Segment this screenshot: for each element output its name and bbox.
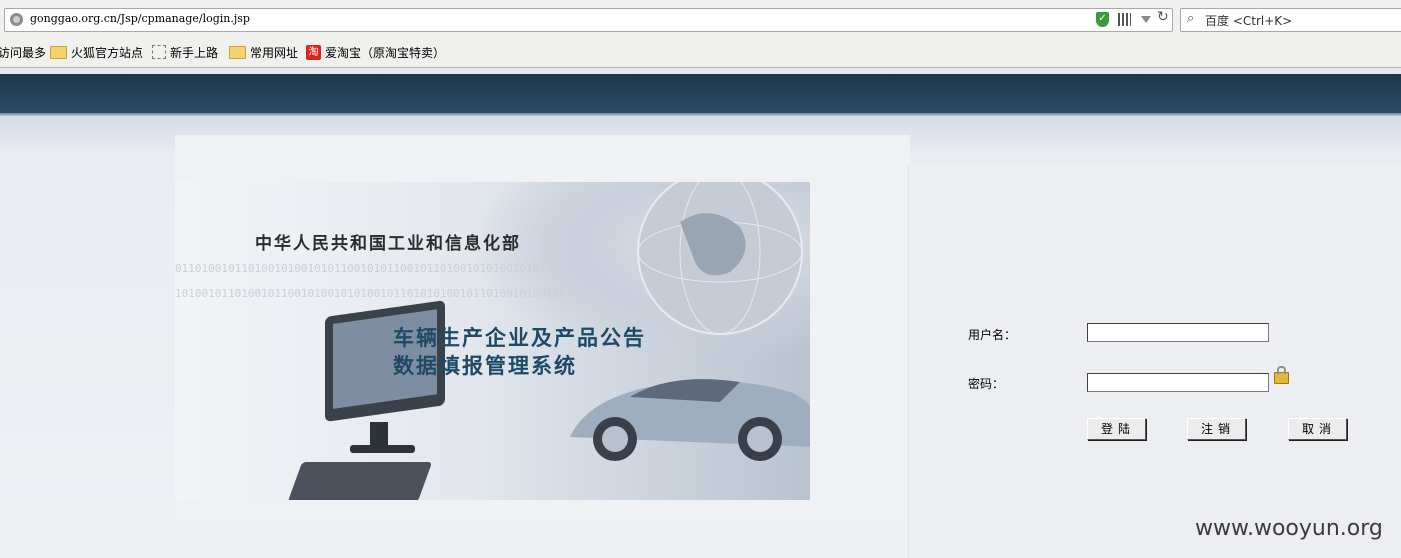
username-label: 用户名：: [968, 328, 1017, 342]
bookmark-getting-started[interactable]: 新手上路: [152, 44, 218, 60]
reload-icon[interactable]: ↻: [1157, 9, 1169, 25]
globe-icon: [10, 13, 23, 26]
logout-button[interactable]: 注销: [1187, 418, 1246, 440]
bookmark-label: 常用网址: [250, 45, 299, 60]
svg-text:101001011010010110010100101010: 1010010110100101100101001010100101101010…: [175, 287, 566, 300]
address-bar[interactable]: gonggao.org.cn/Jsp/cpmanage/login.jsp ✓ …: [4, 8, 1173, 32]
login-button[interactable]: 登陆: [1087, 418, 1146, 440]
username-input[interactable]: [1087, 323, 1269, 342]
search-box[interactable]: ⌕ 百度 <Ctrl+K>: [1180, 8, 1401, 32]
page-icon: [152, 45, 166, 59]
dropdown-arrow-icon[interactable]: [1141, 16, 1151, 23]
bookmark-common-sites[interactable]: 常用网址: [229, 44, 298, 60]
search-placeholder: 百度 <Ctrl+K>: [1205, 14, 1293, 28]
svg-text:011010010110100101001010110010: 0110100101101001010010101100101011001011…: [175, 262, 566, 275]
cancel-button[interactable]: 取消: [1288, 418, 1347, 440]
browser-chrome: gonggao.org.cn/Jsp/cpmanage/login.jsp ✓ …: [0, 0, 1401, 68]
password-input[interactable]: [1087, 373, 1269, 392]
folder-icon: [229, 45, 246, 59]
bookmark-label: 火狐官方站点: [71, 45, 144, 60]
login-panel: [908, 165, 1401, 558]
bookmark-ai-taobao[interactable]: 淘 爱淘宝（原淘宝特卖）: [306, 44, 445, 60]
url-text[interactable]: gonggao.org.cn/Jsp/cpmanage/login.jsp: [30, 12, 250, 25]
shield-icon[interactable]: ✓: [1096, 12, 1109, 27]
taobao-icon: 淘: [306, 44, 321, 60]
search-icon: ⌕: [1187, 11, 1195, 26]
qr-code-icon[interactable]: [1118, 13, 1131, 26]
folder-icon: [50, 45, 67, 59]
bookmark-firefox-official[interactable]: 火狐官方站点: [50, 44, 143, 60]
password-label: 密码：: [968, 377, 1005, 391]
system-title: 车辆生产企业及产品公告 数据填报管理系统: [393, 324, 646, 380]
ministry-title: 中华人民共和国工业和信息化部: [255, 234, 521, 254]
bookmarks-toolbar: 访问最多 火狐官方站点 新手上路 常用网址 淘 爱淘宝（原淘宝特卖）: [0, 40, 1401, 64]
system-title-line1: 车辆生产企业及产品公告: [393, 326, 646, 350]
lock-icon: [1274, 366, 1289, 384]
bookmark-label: 新手上路: [170, 45, 219, 60]
bookmark-most-visited[interactable]: 访问最多: [0, 44, 46, 60]
bookmark-label: 爱淘宝（原淘宝特卖）: [325, 45, 446, 60]
header-band: [0, 74, 1401, 114]
system-title-line2: 数据填报管理系统: [393, 354, 577, 378]
watermark-text: www.wooyun.org: [1195, 516, 1383, 541]
bookmark-label: 访问最多: [0, 45, 47, 60]
